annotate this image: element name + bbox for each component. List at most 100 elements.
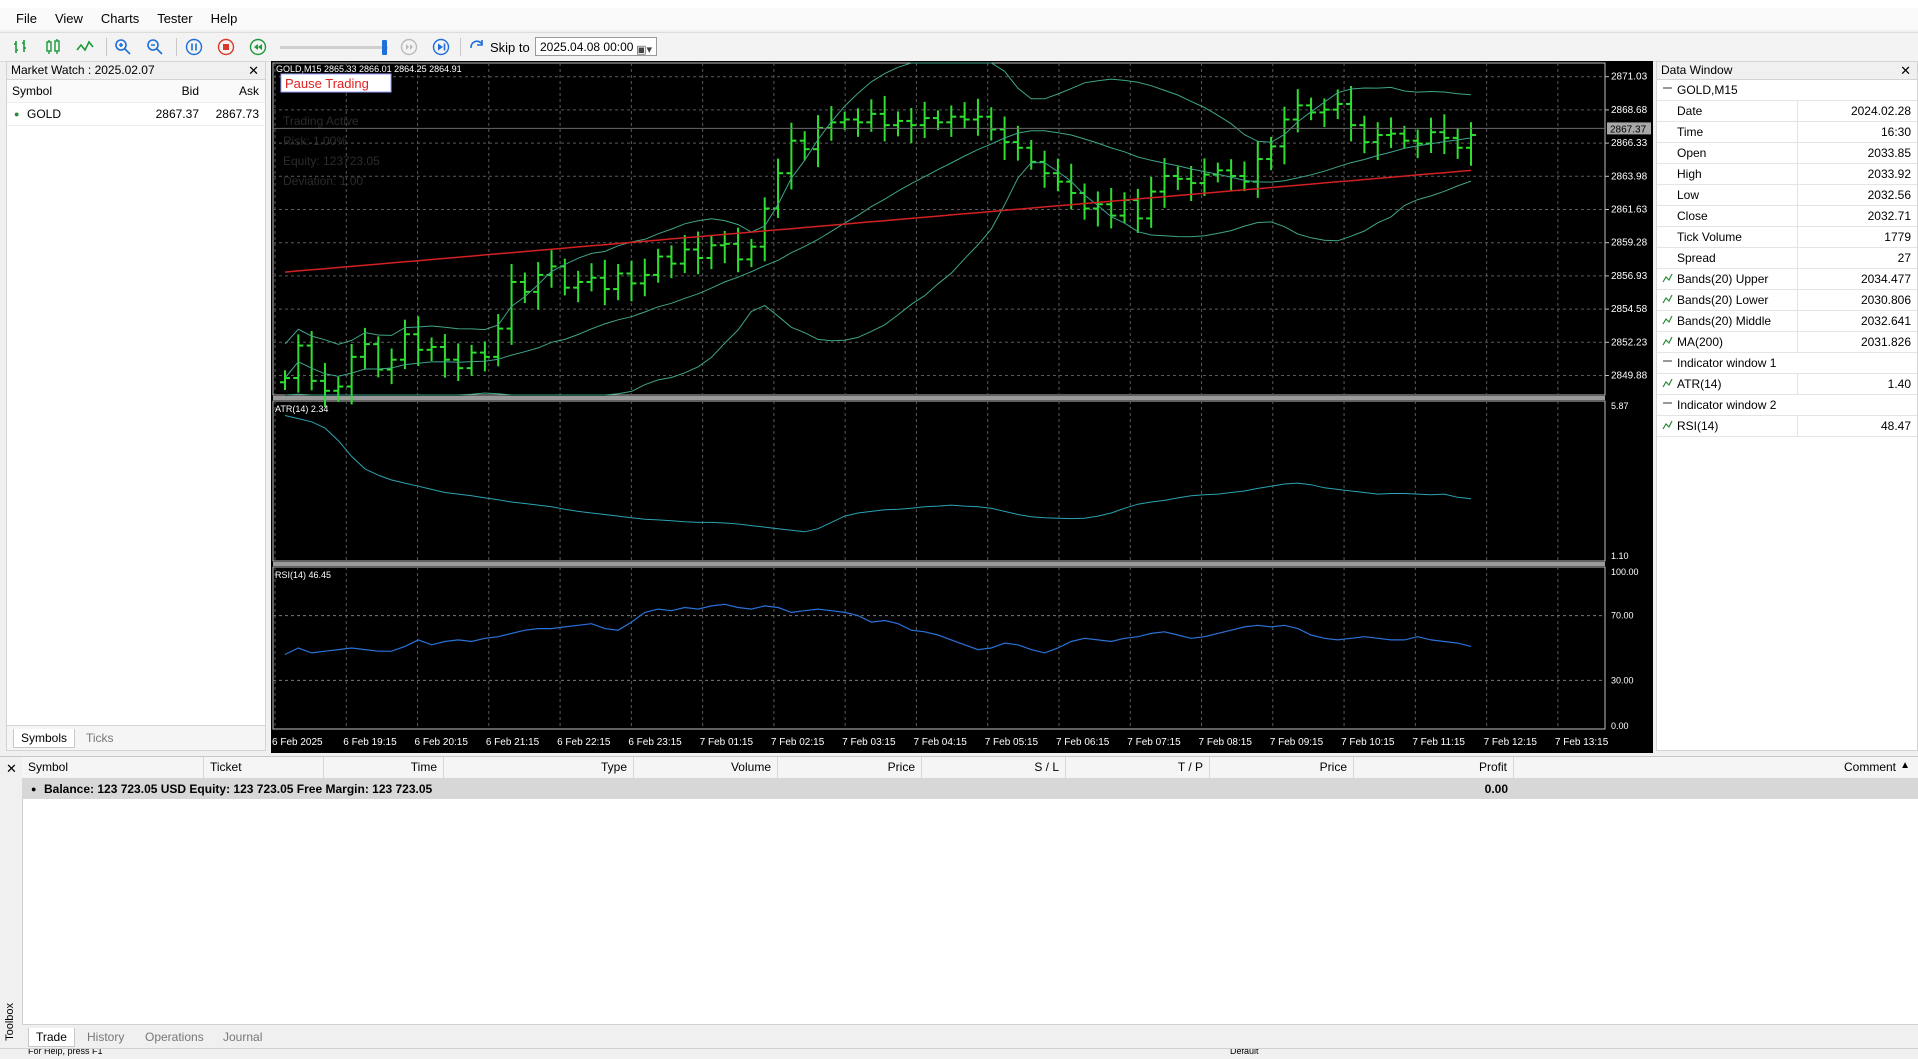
trading-status-overlay: Deviation: 1.00 xyxy=(283,174,363,188)
market-watch-row[interactable]: ● GOLD 2867.37 2867.73 xyxy=(7,103,265,126)
chart-area[interactable]: 2871.03 2868.68 2866.33 2863.98 2861.63 2859.… xyxy=(271,61,1653,753)
dw-row-window1: Indicator window 1 xyxy=(1657,353,1917,374)
column-symbol[interactable]: Symbol xyxy=(12,80,52,102)
toolbox-panel: ✕ Toolbox Symbol Ticket Time Type Volume… xyxy=(0,756,1918,1049)
menu-file[interactable]: File xyxy=(8,8,45,29)
row-bullet-icon: ● xyxy=(31,784,37,794)
row-bid: 2867.37 xyxy=(155,107,199,121)
trading-status-overlay: Equity: 123723.05 xyxy=(283,154,380,168)
toolbar: Skip to 2025.04.08 00:00 ▣▾ xyxy=(0,32,1918,62)
step-forward-icon xyxy=(400,38,418,56)
tab-ticks[interactable]: Ticks xyxy=(79,729,121,747)
price-pane-frame xyxy=(272,62,1606,396)
tab-trade[interactable]: Trade xyxy=(28,1028,75,1047)
data-window-title: Data Window xyxy=(1661,63,1733,77)
dw-value: 2033.92 xyxy=(1867,167,1911,181)
price-axis-label: 2871.03 xyxy=(1611,72,1648,83)
column-profit[interactable]: Profit xyxy=(1354,757,1514,778)
column-bid[interactable]: Bid xyxy=(182,80,199,102)
symbol-name: GOLD,M15 xyxy=(1677,83,1738,97)
dw-key: Time xyxy=(1677,125,1704,139)
tab-history[interactable]: History xyxy=(80,1028,131,1046)
dw-key: MA(200) xyxy=(1677,335,1724,349)
zoom-in-button[interactable] xyxy=(112,36,134,58)
step-forward-button[interactable] xyxy=(398,36,420,58)
zoom-out-icon xyxy=(147,39,163,55)
data-window-panel: Data Window ✕ GOLD,M15 Date 2024.02.28 Ti… xyxy=(1656,61,1918,751)
dw-section: Indicator window 1 xyxy=(1677,356,1777,370)
indicator-icon xyxy=(1662,273,1673,283)
column-ask[interactable]: Ask xyxy=(239,80,259,102)
skip-forward-icon xyxy=(432,38,450,56)
skip-to-label: Skip to xyxy=(490,40,530,55)
time-axis-label: 7 Feb 04:15 xyxy=(913,737,967,748)
column-volume[interactable]: Volume xyxy=(634,757,778,778)
skip-to-button[interactable] xyxy=(466,36,488,58)
data-window-header: Data Window ✕ xyxy=(1657,62,1917,80)
dw-row-ma200: MA(200) 2031.826 xyxy=(1657,332,1917,353)
time-axis-label: 7 Feb 10:15 xyxy=(1341,737,1395,748)
stop-button[interactable] xyxy=(215,36,237,58)
time-axis-label: 7 Feb 07:15 xyxy=(1127,737,1181,748)
row-ask: 2867.73 xyxy=(215,107,259,121)
dw-key: Spread xyxy=(1677,251,1716,265)
skip-forward-button[interactable] xyxy=(430,36,452,58)
balance-summary: Balance: 123 723.05 USD Equity: 123 723.… xyxy=(44,782,433,796)
menu-tester[interactable]: Tester xyxy=(149,8,200,29)
column-tp[interactable]: T / P xyxy=(1066,757,1210,778)
price-axis-label: 2852.23 xyxy=(1611,337,1648,348)
column-time[interactable]: Time xyxy=(324,757,444,778)
indicator-icon xyxy=(1662,315,1673,325)
market-watch-tabs: Symbols Ticks xyxy=(7,725,265,750)
time-axis-label: 6 Feb 20:15 xyxy=(415,737,469,748)
dw-value: 2034.477 xyxy=(1860,272,1911,286)
dw-key: ATR(14) xyxy=(1677,377,1722,391)
column-ticket[interactable]: Ticket xyxy=(204,757,324,778)
pause-button[interactable] xyxy=(183,36,205,58)
tab-symbols[interactable]: Symbols xyxy=(13,729,76,748)
dw-value: 2030.806 xyxy=(1860,293,1911,307)
close-icon[interactable]: ✕ xyxy=(248,62,259,79)
balance-row[interactable]: ● Balance: 123 723.05 USD Equity: 123 72… xyxy=(22,779,1918,799)
sort-up-icon: ▲ xyxy=(1900,760,1910,771)
menu-help[interactable]: Help xyxy=(203,8,246,29)
price-chart-svg[interactable]: 2871.03 2868.68 2866.33 2863.98 2861.63 2859.… xyxy=(271,61,1653,753)
price-axis-label: 2859.28 xyxy=(1611,238,1648,249)
price-axis-label: 2861.63 xyxy=(1611,205,1648,216)
collapse-icon[interactable] xyxy=(1662,357,1673,368)
column-type[interactable]: Type xyxy=(444,757,634,778)
atr-axis-label: 5.87 xyxy=(1611,401,1629,411)
close-icon[interactable]: ✕ xyxy=(6,761,17,777)
speed-slider-handle[interactable] xyxy=(382,40,387,55)
close-icon[interactable]: ✕ xyxy=(1900,62,1911,79)
tab-journal[interactable]: Journal xyxy=(216,1028,269,1046)
menu-charts[interactable]: Charts xyxy=(93,8,147,29)
line-chart-button[interactable] xyxy=(74,36,96,58)
column-symbol[interactable]: Symbol xyxy=(22,757,204,778)
zoom-out-button[interactable] xyxy=(144,36,166,58)
menu-view[interactable]: View xyxy=(47,8,91,29)
calendar-dropdown-icon[interactable]: ▣▾ xyxy=(636,41,652,60)
column-price[interactable]: Price xyxy=(778,757,922,778)
collapse-icon[interactable] xyxy=(1662,399,1673,410)
column-comment[interactable]: Comment xyxy=(1514,757,1918,778)
skip-to-date-input[interactable]: 2025.04.08 00:00 ▣▾ xyxy=(535,37,657,56)
dw-row-tick-volume: Tick Volume 1779 xyxy=(1657,227,1917,248)
rewind-button[interactable] xyxy=(247,36,269,58)
bar-chart-button[interactable] xyxy=(10,36,32,58)
dw-row-high: High 2033.92 xyxy=(1657,164,1917,185)
pane-splitter xyxy=(273,396,1605,400)
column-price-current[interactable]: Price xyxy=(1210,757,1354,778)
toolbox-sidebar: ✕ Toolbox xyxy=(0,757,23,1049)
collapse-icon[interactable] xyxy=(1662,84,1673,95)
rsi-pane-frame xyxy=(272,566,1606,730)
column-sl[interactable]: S / L xyxy=(922,757,1066,778)
dw-row-bands-upper: Bands(20) Upper 2034.477 xyxy=(1657,269,1917,290)
tab-operations[interactable]: Operations xyxy=(138,1028,211,1046)
rsi-axis-label: 0.00 xyxy=(1611,721,1629,731)
candlestick-button[interactable] xyxy=(42,36,64,58)
dw-row-bands-middle: Bands(20) Middle 2032.641 xyxy=(1657,311,1917,332)
moving-average-200-line xyxy=(284,169,1472,273)
chart-symbol-header: GOLD,M15 2865.33 2866.01 2864.25 2864.91 xyxy=(276,64,462,74)
speed-slider-track[interactable] xyxy=(280,46,388,49)
